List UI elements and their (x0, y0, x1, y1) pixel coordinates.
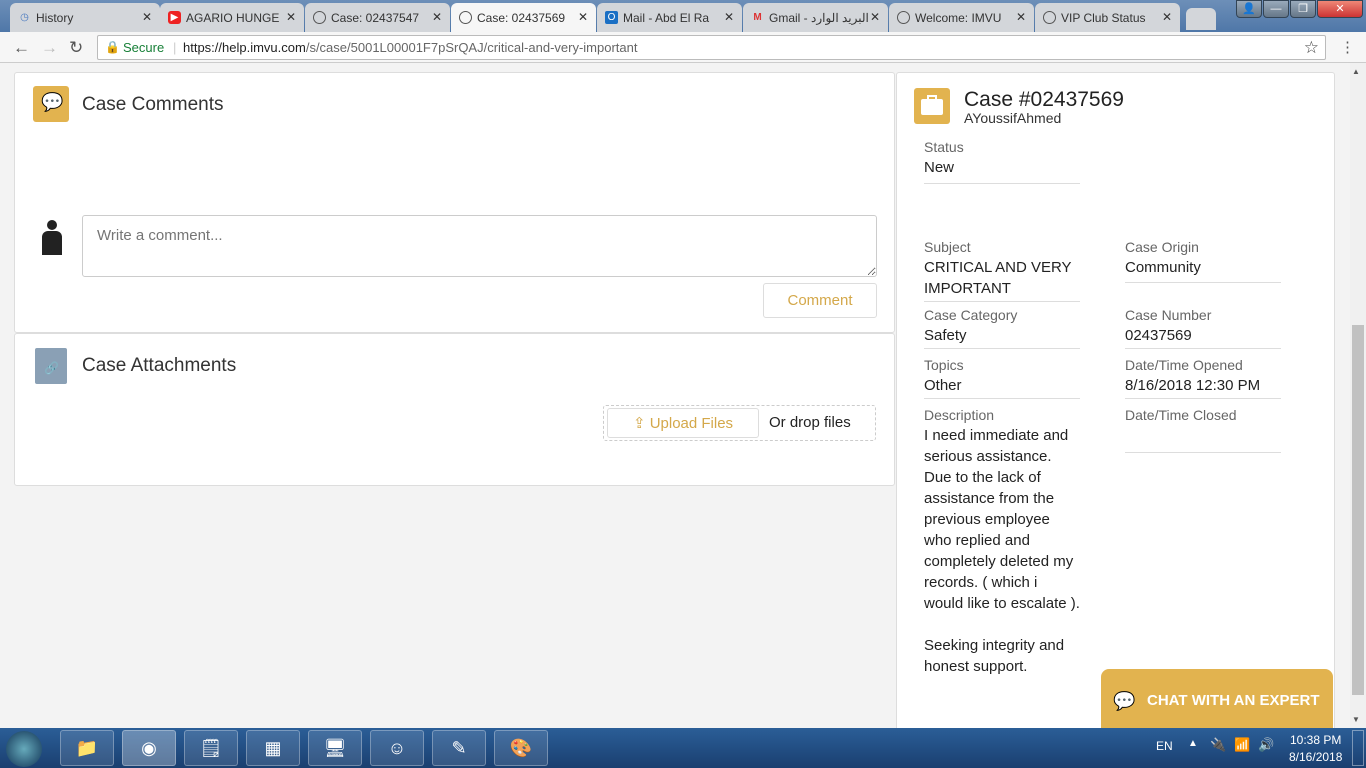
upload-icon: ⇪ (632, 415, 646, 432)
explorer-taskbar-icon[interactable]: 📁 (60, 730, 114, 766)
field-status: Status New (924, 139, 1080, 184)
close-icon[interactable]: ✕ (870, 10, 880, 24)
reload-icon[interactable]: ↻ (69, 38, 83, 58)
imvu-taskbar-icon[interactable]: ☺ (370, 730, 424, 766)
upload-files-button[interactable]: ⇪ Upload Files (607, 408, 759, 438)
bookmark-star-icon[interactable]: ☆ (1304, 36, 1319, 59)
tab-history[interactable]: ◷ History ✕ (10, 3, 160, 32)
close-window-button[interactable]: ✕ (1317, 0, 1363, 18)
close-icon[interactable]: ✕ (432, 10, 442, 24)
back-icon[interactable]: ← (13, 38, 30, 58)
url-path: /s/case/5001L00001F7pSrQAJ/critical-and-… (305, 40, 638, 55)
paint-taskbar-icon[interactable]: 🎨 (494, 730, 548, 766)
field-case-origin: Case Origin Community (1125, 239, 1281, 283)
field-date-opened: Date/Time Opened 8/16/2018 12:30 PM (1125, 357, 1281, 399)
monitor-taskbar-icon[interactable]: 🖥 (308, 730, 362, 766)
outlook-icon: O (605, 11, 618, 24)
gmail-icon: M (753, 12, 762, 23)
tab-case-02437569[interactable]: Case: 02437569 ✕ (451, 3, 596, 32)
url-input[interactable]: 🔒 Secure | https://help.imvu.com/s/case/… (97, 35, 1326, 60)
close-icon[interactable]: ✕ (142, 10, 152, 24)
menu-icon[interactable]: ⋮ (1340, 38, 1355, 56)
case-comments-card: 💬 Case Comments Comment (14, 72, 895, 333)
attachments-title: Case Attachments (82, 355, 237, 376)
taskbar: 📁 ◉ 🗒 ▦ 🖥 ☺ ✎ 🎨 EN ▲ 🔌 📶 🔊 10:38 PM 8/16… (0, 728, 1366, 768)
youtube-icon: ▶ (168, 11, 181, 24)
case-attachments-card: 🔗 Case Attachments ⇪ Upload Files Or dro… (14, 333, 895, 486)
language-indicator[interactable]: EN (1156, 739, 1173, 753)
imvu-icon (897, 11, 910, 24)
field-description: Description I need immediate and serious … (924, 407, 1080, 675)
comment-button[interactable]: Comment (763, 283, 877, 318)
power-icon[interactable]: 🔌 (1210, 737, 1226, 753)
start-button[interactable] (6, 731, 42, 767)
briefcase-icon (914, 88, 950, 124)
clock-time[interactable]: 10:38 PM (1290, 733, 1341, 747)
clock-date[interactable]: 8/16/2018 (1289, 750, 1342, 764)
case-owner: AYoussifAhmed (964, 110, 1062, 126)
case-title: Case #02437569 (964, 88, 1124, 111)
imvu-icon (313, 11, 326, 24)
url-host: https://help.imvu.com (183, 40, 306, 55)
comments-icon: 💬 (33, 86, 69, 122)
close-icon[interactable]: ✕ (286, 10, 296, 24)
tab-bar: ◷ History ✕ ▶ AGARIO HUNGE ✕ Case: 02437547 ✕… (0, 0, 1366, 32)
field-case-category: Case Category Safety (924, 307, 1080, 349)
chrome-taskbar-icon[interactable]: ◉ (122, 730, 176, 766)
forward-icon[interactable]: → (41, 38, 58, 58)
tab-vip[interactable]: VIP Club Status ✕ (1035, 3, 1180, 32)
tab-mail[interactable]: O Mail - Abd El Ra ✕ (597, 3, 742, 32)
file-drop-zone[interactable]: ⇪ Upload Files Or drop files (603, 405, 876, 441)
notes-taskbar-icon[interactable]: 🗒 (184, 730, 238, 766)
comments-title: Case Comments (82, 94, 224, 115)
imvu-icon (459, 11, 472, 24)
chat-bubble-icon: 💬 (1113, 691, 1136, 711)
close-icon[interactable]: ✕ (578, 10, 588, 24)
imvu-icon (1043, 11, 1056, 24)
comment-input[interactable] (82, 215, 877, 277)
notepad-taskbar-icon[interactable]: ✎ (432, 730, 486, 766)
tab-case-02437547[interactable]: Case: 02437547 ✕ (305, 3, 450, 32)
address-bar-row: ← → ↻ 🔒 Secure | https://help.imvu.com/s… (0, 32, 1366, 63)
show-hidden-icons[interactable]: ▲ (1188, 738, 1198, 749)
field-case-number: Case Number 02437569 (1125, 307, 1281, 349)
new-tab-button[interactable] (1186, 8, 1216, 30)
close-icon[interactable]: ✕ (1162, 10, 1172, 24)
show-desktop-button[interactable] (1352, 730, 1364, 766)
case-details-card: Case #02437569 AYoussifAhmed Status New S… (896, 72, 1335, 742)
profile-button[interactable]: 👤 (1236, 0, 1262, 18)
tab-gmail[interactable]: M Gmail - البريد الوارد ✕ (743, 3, 888, 32)
avatar (41, 220, 63, 256)
close-icon[interactable]: ✕ (1016, 10, 1026, 24)
tab-welcome[interactable]: Welcome: IMVU ✕ (889, 3, 1034, 32)
network-icon[interactable]: 📶 (1234, 737, 1250, 753)
scrollbar-thumb[interactable] (1352, 325, 1364, 695)
volume-icon[interactable]: 🔊 (1258, 737, 1274, 753)
minimize-button[interactable]: — (1263, 0, 1289, 18)
app-taskbar-icon[interactable]: ▦ (246, 730, 300, 766)
attachment-file-icon: 🔗 (35, 348, 67, 384)
maximize-button[interactable]: ❐ (1290, 0, 1316, 18)
page-content: 💬 Case Comments Comment 🔗 Case Attachmen… (0, 63, 1350, 742)
lock-icon: 🔒 (105, 40, 120, 54)
tab-youtube[interactable]: ▶ AGARIO HUNGE ✕ (160, 3, 304, 32)
close-icon[interactable]: ✕ (724, 10, 734, 24)
field-subject: Subject CRITICAL AND VERY IMPORTANT (924, 239, 1080, 302)
field-date-closed: Date/Time Closed (1125, 407, 1281, 453)
history-icon: ◷ (20, 12, 29, 23)
scrollbar[interactable]: ▲ ▼ (1350, 63, 1366, 728)
drop-files-label: Or drop files (769, 414, 851, 431)
secure-label: Secure (123, 40, 165, 55)
field-topics: Topics Other (924, 357, 1080, 399)
